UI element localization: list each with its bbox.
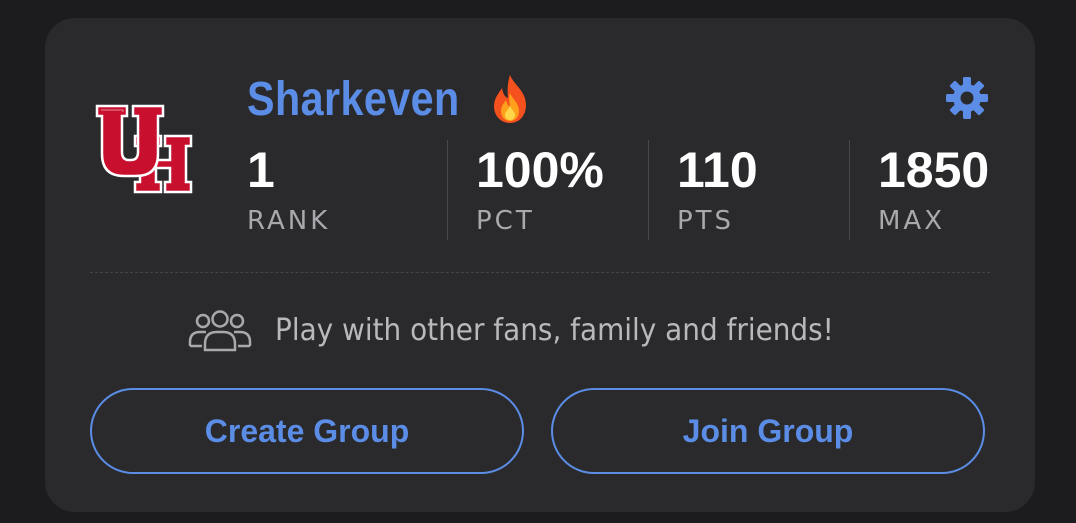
stats-row: 1 RANK 100% PCT 110 PTS 1850 MAX [247,140,1050,240]
stat-label: PCT [476,206,535,236]
create-group-label: Create Group [204,412,410,449]
invite-text: Play with other fans, family and friends… [275,312,834,348]
fire-icon [494,75,527,123]
stat-label: PTS [677,206,735,236]
stat-value: 110 [677,142,758,198]
stat-rank: 1 RANK [247,140,447,240]
settings-gear-icon[interactable] [943,74,991,122]
join-group-label: Join Group [682,412,854,449]
group-icon [188,310,252,352]
stat-value: 1850 [878,142,990,198]
user-summary-card: Sharkeven 1 RANK 100% PCT 110 PTS 1850 M… [45,18,1035,512]
username: Sharkeven [247,72,460,126]
stat-value: 100% [476,142,604,198]
stat-max: 1850 MAX [849,140,1050,240]
stat-value: 1 [247,142,275,198]
group-invite-message: Play with other fans, family and friends… [187,308,876,352]
stat-pct: 100% PCT [447,140,648,240]
username-row: Sharkeven [247,64,532,134]
divider [90,272,990,273]
stat-label: MAX [878,206,946,236]
stat-pts: 110 PTS [648,140,849,240]
join-group-button[interactable]: Join Group [551,388,985,474]
team-logo [95,104,193,194]
stat-label: RANK [247,206,331,236]
create-group-button[interactable]: Create Group [90,388,524,474]
